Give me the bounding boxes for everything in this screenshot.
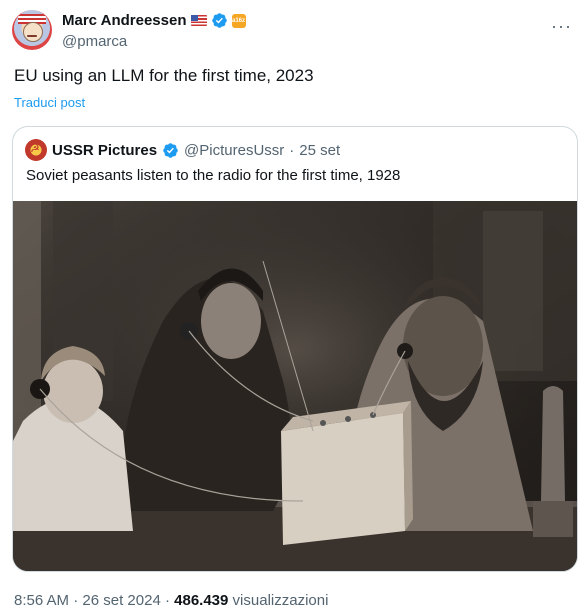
verified-badge-icon[interactable] [211,12,228,29]
avatar-face [23,22,43,42]
tweet-time[interactable]: 8:56 AM [14,592,69,609]
view-count: 486.439 [174,592,229,609]
avatar-mouth [27,35,37,37]
tweet-meta: 8:56 AM · 26 set 2024 · 486.439 visualiz… [14,592,328,609]
tweet-header: Marc Andreessen a16z @pmarca ··· [12,10,574,54]
quoted-text: Soviet peasants listen to the radio for … [26,167,401,184]
meta-dot: · [73,592,79,609]
more-options-icon[interactable]: ··· [551,16,572,37]
us-flag-icon [190,15,207,26]
views-label: visualizzazioni [232,592,329,609]
author-name[interactable]: Marc Andreessen [62,12,187,29]
author-name-row: Marc Andreessen a16z [62,12,246,29]
author-handle[interactable]: @pmarca [62,33,127,50]
quoted-tweet[interactable]: USSR Pictures @PicturesUssr · 25 set Sov… [12,126,578,572]
affiliate-badge-text: a16z [231,17,245,24]
sepia-photo-icon[interactable] [13,201,578,572]
quoted-avatar[interactable] [25,139,47,161]
verified-badge-icon[interactable] [162,142,179,159]
meta-dot: · [164,592,170,609]
tweet-date[interactable]: 26 set 2024 [82,592,160,609]
quoted-header: USSR Pictures @PicturesUssr · 25 set [25,139,340,161]
quoted-separator: · [289,141,295,159]
translate-link[interactable]: Traduci post [14,95,85,110]
affiliate-badge[interactable]: a16z [231,13,246,28]
quoted-name[interactable]: USSR Pictures [52,142,157,159]
quoted-handle[interactable]: @PicturesUssr [184,142,284,159]
tweet-text: EU using an LLM for the first time, 2023 [14,66,314,85]
author-avatar[interactable] [12,10,52,50]
quoted-date[interactable]: 25 set [299,142,340,159]
